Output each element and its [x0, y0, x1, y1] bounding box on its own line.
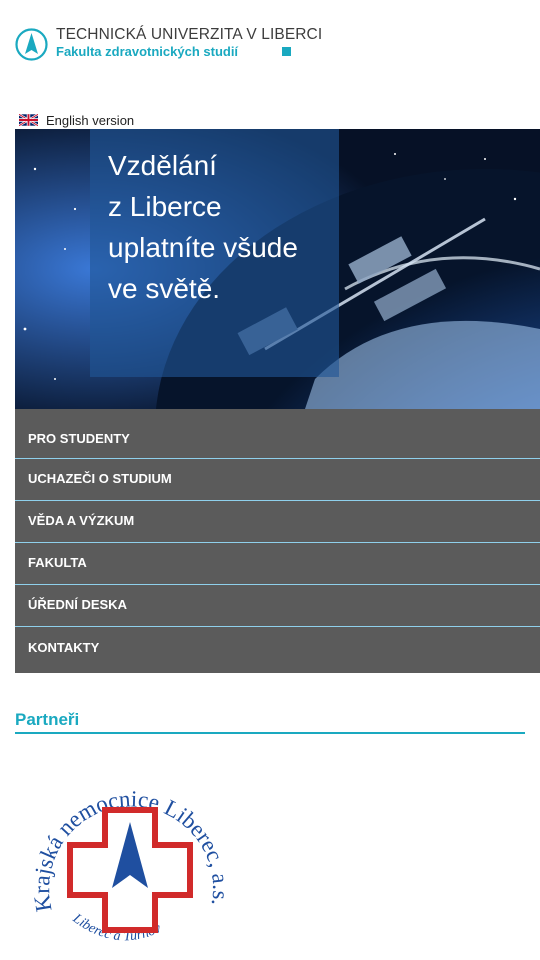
krajska-nemocnice-liberec-logo[interactable]: Krajská nemocnice Liberec, a.s. Liberec … — [30, 760, 230, 955]
hero-slogan: Vzdělání z Liberce uplatníte všude ve sv… — [108, 145, 338, 309]
hero-slogan-line: Vzdělání — [108, 150, 217, 181]
partners-heading: Partneři — [15, 710, 525, 734]
english-version-link[interactable]: English version — [19, 112, 134, 128]
nav-item-uredni-deska[interactable]: ÚŘEDNÍ DESKA — [15, 584, 540, 626]
red-cross-icon — [67, 807, 193, 933]
nav-item-uchazeci-o-studium[interactable]: UCHAZEČI O STUDIUM — [15, 458, 540, 500]
university-logo-icon[interactable] — [15, 28, 48, 61]
faculty-square-mark — [282, 47, 291, 56]
nav-item-kontakty[interactable]: KONTAKTY — [15, 626, 540, 673]
nav-item-fakulta[interactable]: FAKULTA — [15, 542, 540, 584]
hero-banner: Vzdělání z Liberce uplatníte všude ve sv… — [15, 129, 540, 409]
main-navigation: PRO STUDENTY UCHAZEČI O STUDIUM VĚDA A V… — [15, 409, 540, 673]
hero-slogan-line: z Liberce — [108, 191, 222, 222]
nav-item-veda-a-vyzkum[interactable]: VĚDA A VÝZKUM — [15, 500, 540, 542]
english-version-label[interactable]: English version — [46, 113, 134, 128]
nav-item-pro-studenty[interactable]: PRO STUDENTY — [15, 409, 540, 458]
hero-slogan-line: uplatníte všude — [108, 232, 298, 263]
hero-slogan-line: ve světě. — [108, 273, 221, 304]
university-name[interactable]: TECHNICKÁ UNIVERZITA V LIBERCI — [56, 26, 322, 44]
hero-slogan-panel: Vzdělání z Liberce uplatníte všude ve sv… — [90, 129, 339, 377]
uk-flag-icon — [19, 114, 38, 126]
faculty-name[interactable]: Fakulta zdravotnických studií — [56, 44, 238, 59]
site-header: TECHNICKÁ UNIVERZITA V LIBERCI Fakulta z… — [15, 26, 322, 66]
